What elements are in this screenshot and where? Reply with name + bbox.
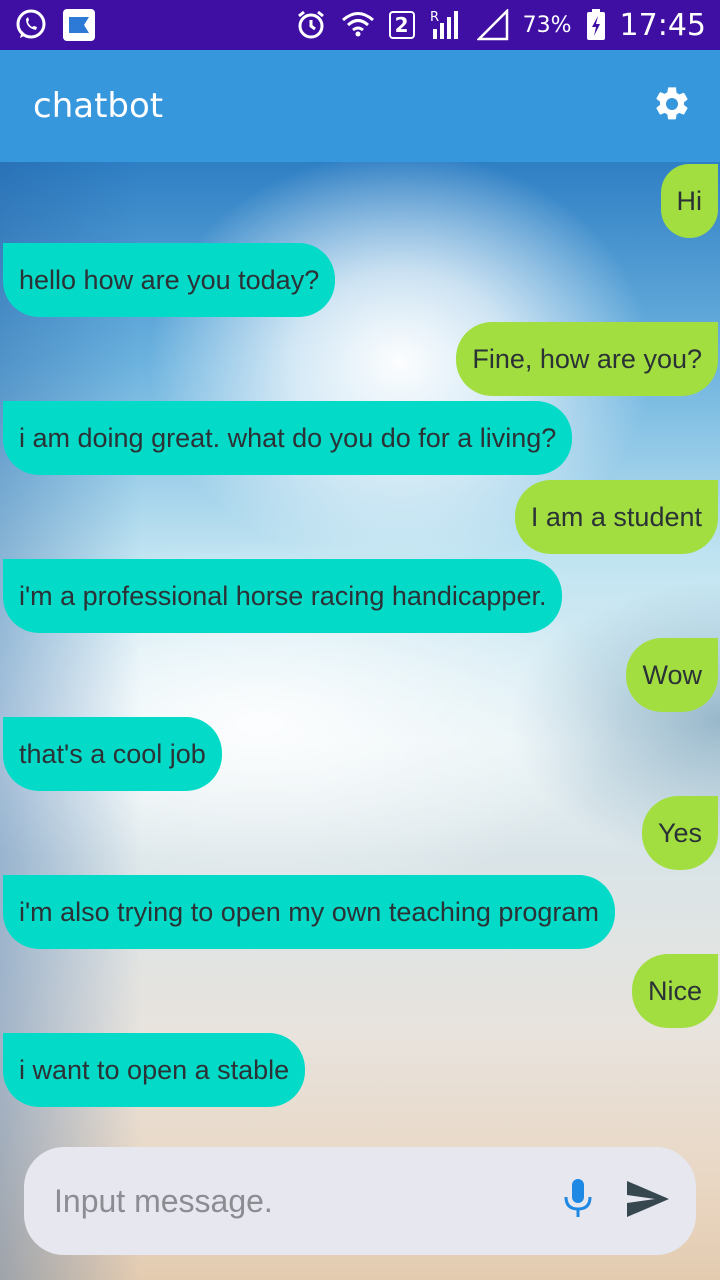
user-message: Wow xyxy=(626,638,718,712)
user-message: Hi xyxy=(660,164,718,238)
clock-time: 17:45 xyxy=(619,7,706,43)
app-notification-icon xyxy=(62,8,96,42)
bot-message: hello how are you today? xyxy=(3,243,336,317)
chat-area[interactable]: Hi hello how are you today? Fine, how ar… xyxy=(0,162,720,1280)
user-message: Yes xyxy=(641,796,718,870)
send-icon xyxy=(625,1179,671,1223)
status-bar: 2 R 73% 17:45 xyxy=(0,0,720,50)
bot-message: i am doing great. what do you do for a l… xyxy=(3,401,573,475)
app-title: chatbot xyxy=(33,86,164,126)
svg-text:R: R xyxy=(430,10,439,25)
sim-slot-badge: 2 xyxy=(388,11,415,39)
mic-button[interactable] xyxy=(554,1177,602,1225)
wifi-icon xyxy=(341,9,375,41)
bot-message: i'm also trying to open my own teaching … xyxy=(3,875,615,949)
whatsapp-icon xyxy=(14,8,48,42)
microphone-icon xyxy=(562,1177,594,1225)
battery-charging-icon xyxy=(586,9,606,41)
signal-empty-icon xyxy=(476,9,509,41)
bot-message: that's a cool job xyxy=(3,717,222,791)
bot-message: i'm a professional horse racing handicap… xyxy=(3,559,563,633)
alarm-icon xyxy=(295,9,327,41)
user-message: Nice xyxy=(631,954,718,1028)
settings-button[interactable] xyxy=(650,84,694,128)
app-bar: chatbot xyxy=(0,50,720,162)
battery-percent: 73% xyxy=(522,12,572,38)
gear-icon xyxy=(652,84,692,128)
user-message: I am a student xyxy=(514,480,718,554)
message-input-bar xyxy=(24,1147,696,1255)
send-button[interactable] xyxy=(622,1175,674,1227)
bot-message: i want to open a stable xyxy=(3,1033,306,1107)
message-input[interactable] xyxy=(54,1171,554,1231)
user-message: Fine, how are you? xyxy=(456,322,718,396)
signal-icon: R xyxy=(429,9,463,41)
